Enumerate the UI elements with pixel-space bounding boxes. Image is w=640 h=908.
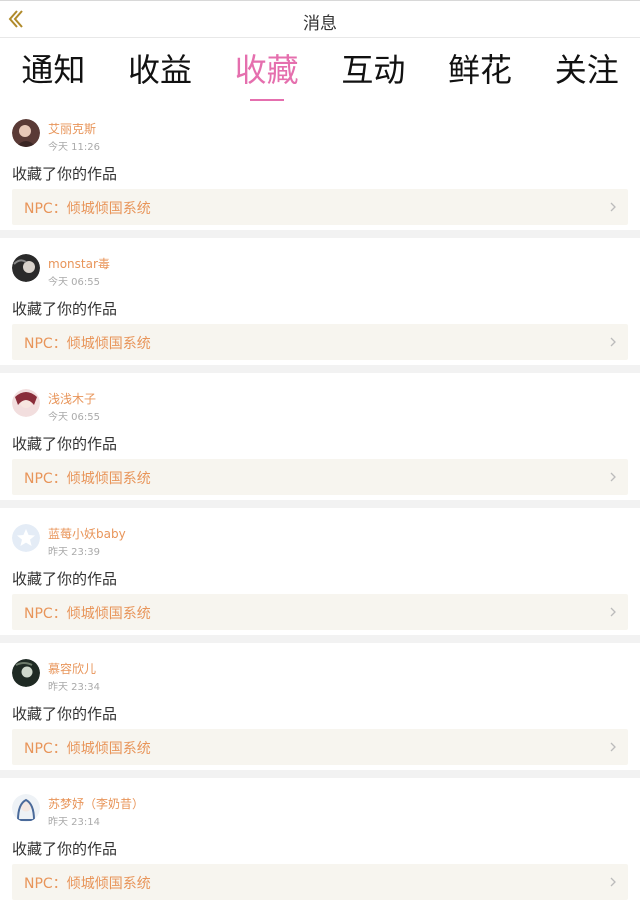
- work-link[interactable]: NPC：倾城倾国系统: [12, 729, 628, 765]
- tab-flowers[interactable]: 鲜花: [427, 38, 534, 103]
- tab-interaction[interactable]: 互动: [320, 38, 427, 103]
- message-item: 慕容欣儿 昨天 23:34 收藏了你的作品 NPC：倾城倾国系统: [0, 643, 640, 770]
- work-link[interactable]: NPC：倾城倾国系统: [12, 459, 628, 495]
- user-name[interactable]: 苏梦妤（李奶昔）: [48, 795, 144, 812]
- action-text: 收藏了你的作品: [12, 840, 118, 858]
- message-item: 艾丽克斯 今天 11:26 收藏了你的作品 NPC：倾城倾国系统: [0, 103, 640, 230]
- action-text: 收藏了你的作品: [12, 435, 118, 453]
- user-name[interactable]: monstar毒: [48, 255, 110, 272]
- timestamp: 昨天 23:14: [48, 817, 100, 828]
- message-item: 浅浅木子 今天 06:55 收藏了你的作品 NPC：倾城倾国系统: [0, 373, 640, 500]
- timestamp: 今天 11:26: [48, 142, 100, 153]
- user-name[interactable]: 浅浅木子: [48, 390, 96, 407]
- avatar[interactable]: [12, 389, 40, 417]
- tab-follow[interactable]: 关注: [533, 38, 640, 103]
- timestamp: 昨天 23:39: [48, 547, 100, 558]
- avatar[interactable]: [12, 254, 40, 282]
- user-name[interactable]: 艾丽克斯: [48, 120, 96, 137]
- user-name[interactable]: 慕容欣儿: [48, 660, 96, 677]
- chevron-right-icon: [610, 877, 616, 887]
- timestamp: 昨天 23:34: [48, 682, 100, 693]
- avatar[interactable]: [12, 119, 40, 147]
- chevron-right-icon: [610, 337, 616, 347]
- work-title: NPC：倾城倾国系统: [24, 336, 151, 352]
- top-bar: 消息: [0, 0, 640, 38]
- work-link[interactable]: NPC：倾城倾国系统: [12, 189, 628, 225]
- chevron-right-icon: [610, 607, 616, 617]
- message-item: 苏梦妤（李奶昔） 昨天 23:14 收藏了你的作品 NPC：倾城倾国系统: [0, 778, 640, 905]
- work-title: NPC：倾城倾国系统: [24, 606, 151, 622]
- message-item: monstar毒 今天 06:55 收藏了你的作品 NPC：倾城倾国系统: [0, 238, 640, 365]
- action-text: 收藏了你的作品: [12, 300, 118, 318]
- message-list: 艾丽克斯 今天 11:26 收藏了你的作品 NPC：倾城倾国系统 monstar…: [0, 103, 640, 905]
- divider: [0, 770, 640, 778]
- action-text: 收藏了你的作品: [12, 165, 118, 183]
- divider: [0, 635, 640, 643]
- action-text: 收藏了你的作品: [12, 705, 118, 723]
- action-text: 收藏了你的作品: [12, 570, 118, 588]
- tab-favorites[interactable]: 收藏: [213, 38, 320, 103]
- work-title: NPC：倾城倾国系统: [24, 876, 151, 892]
- user-name[interactable]: 蓝莓小妖baby: [48, 525, 126, 542]
- work-link[interactable]: NPC：倾城倾国系统: [12, 864, 628, 900]
- avatar[interactable]: [12, 524, 40, 552]
- work-link[interactable]: NPC：倾城倾国系统: [12, 594, 628, 630]
- chevron-right-icon: [610, 742, 616, 752]
- tab-bar: 通知 收益 收藏 互动 鲜花 关注: [0, 38, 640, 103]
- default-avatar-star-icon: [12, 524, 40, 552]
- work-title: NPC：倾城倾国系统: [24, 471, 151, 487]
- work-link[interactable]: NPC：倾城倾国系统: [12, 324, 628, 360]
- work-title: NPC：倾城倾国系统: [24, 201, 151, 217]
- tab-earnings[interactable]: 收益: [107, 38, 214, 103]
- avatar[interactable]: [12, 659, 40, 687]
- divider: [0, 230, 640, 238]
- avatar[interactable]: [12, 794, 40, 822]
- work-title: NPC：倾城倾国系统: [24, 741, 151, 757]
- chevron-right-icon: [610, 472, 616, 482]
- tab-notify[interactable]: 通知: [0, 38, 107, 103]
- timestamp: 今天 06:55: [48, 277, 100, 288]
- timestamp: 今天 06:55: [48, 412, 100, 423]
- divider: [0, 500, 640, 508]
- chevron-right-icon: [610, 202, 616, 212]
- page-title: 消息: [303, 14, 337, 34]
- message-item: 蓝莓小妖baby 昨天 23:39 收藏了你的作品 NPC：倾城倾国系统: [0, 508, 640, 635]
- divider: [0, 365, 640, 373]
